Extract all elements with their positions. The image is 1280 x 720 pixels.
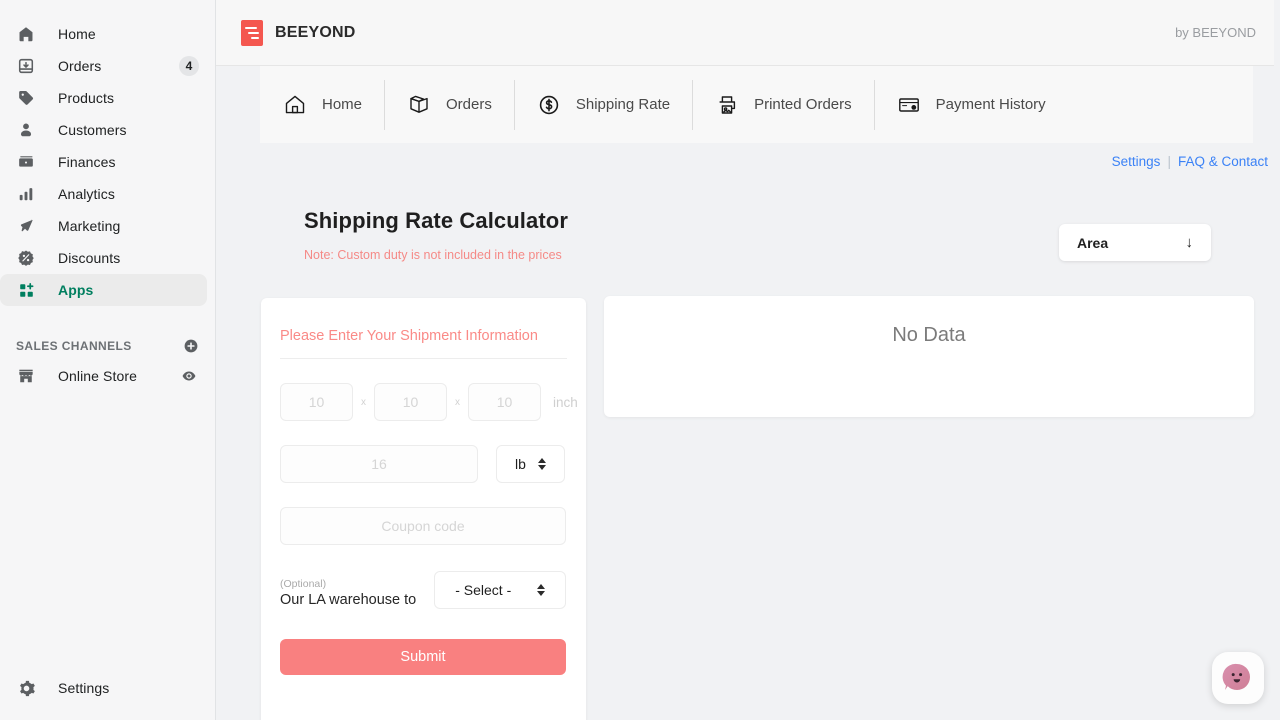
sidebar-item-marketing[interactable]: Marketing [0,210,207,242]
apps-grid-plus-icon [16,280,36,300]
width-input[interactable] [374,383,447,421]
brand-title: BEEYOND [275,23,356,41]
weight-input[interactable] [280,445,478,483]
warehouse-label-group: (Optional) Our LA warehouse to [280,578,416,609]
nav-tab-label: Orders [446,96,492,113]
byline: by BEEYOND [1175,25,1256,40]
coupon-input[interactable] [280,507,566,545]
no-data-message: No Data [892,324,966,346]
sidebar-item-label: Home [58,26,96,42]
sidebar-item-apps[interactable]: Apps [0,274,207,306]
storefront-icon [16,366,36,386]
results-panel: No Data [604,296,1254,417]
warehouse-destination-select[interactable]: - Select - [434,571,567,609]
chat-bubble-face-icon [1222,663,1250,690]
box-open-icon [406,92,432,118]
sidebar-item-label: Analytics [58,186,115,202]
orders-count-badge: 4 [179,56,199,76]
faq-contact-link[interactable]: FAQ & Contact [1178,154,1268,169]
sidebar-item-label: Settings [58,680,110,696]
sidebar-item-label: Marketing [58,218,121,234]
nav-tab-label: Payment History [935,96,1046,113]
sidebar-item-label: Apps [58,282,94,298]
multiply-symbol: x [455,396,460,408]
submit-button[interactable]: Submit [280,639,566,675]
megaphone-icon [16,216,36,236]
credit-card-icon [896,92,922,118]
app-root: Home Orders 4 Products Customers Finance… [0,0,1280,720]
arrow-down-icon: ↓ [1185,234,1194,251]
weight-row: lb [280,445,567,483]
sidebar-item-label: Customers [58,122,127,138]
tag-icon [16,88,36,108]
nav-tab-label: Home [322,96,363,113]
nav-tab-label: Printed Orders [754,96,852,113]
dollar-circle-icon [536,92,562,118]
utility-links: Settings | FAQ & Contact [1112,154,1268,169]
beeyond-logo-icon [241,19,263,46]
sidebar-item-home[interactable]: Home [0,18,207,50]
main-content: BEEYOND by BEEYOND Home Orders Shipping … [216,0,1280,720]
eye-icon[interactable] [181,368,197,384]
sidebar-item-discounts[interactable]: Discounts [0,242,207,274]
sales-channels-section-header: SALES CHANNELS [0,332,215,360]
nav-tab-payment-history[interactable]: Payment History [873,79,1068,130]
warehouse-optional-label: (Optional) [280,578,327,590]
settings-link[interactable]: Settings [1112,154,1161,169]
page-note: Note: Custom duty is not included in the… [304,248,562,262]
plus-circle-icon[interactable] [183,338,199,354]
page-scrollbar[interactable] [1274,0,1280,720]
weight-unit-value: lb [515,456,526,472]
multiply-symbol: x [361,396,366,408]
orders-inbox-icon [16,56,36,76]
dimensions-row: x x inch [280,383,578,421]
chat-widget-button[interactable] [1212,652,1264,704]
sidebar-item-analytics[interactable]: Analytics [0,178,207,210]
printer-icon [714,92,740,118]
sidebar-item-customers[interactable]: Customers [0,114,207,146]
app-topbar: BEEYOND by BEEYOND [216,0,1280,66]
page-title: Shipping Rate Calculator [304,208,568,233]
stepper-arrows-icon [537,458,546,470]
height-input[interactable] [468,383,541,421]
home-icon [16,24,36,44]
sidebar-item-label: Online Store [58,368,138,384]
warehouse-row: (Optional) Our LA warehouse to - Select … [280,571,567,609]
dimension-unit-label: inch [553,394,578,410]
warehouse-label: Our LA warehouse to [280,592,417,608]
bar-chart-icon [16,184,36,204]
area-dropdown-button[interactable]: Area ↓ [1059,224,1211,261]
shipment-form-card: Please Enter Your Shipment Information x… [261,298,586,720]
app-nav: Home Orders Shipping Rate Printed Orders… [260,66,1253,143]
sidebar-item-label: Finances [58,154,116,170]
sidebar-item-orders[interactable]: Orders 4 [0,50,207,82]
nav-tab-label: Shipping Rate [575,96,671,113]
gear-icon [16,678,36,698]
nav-tab-home[interactable]: Home [260,80,384,130]
area-dropdown-label: Area [1077,234,1109,251]
sidebar-item-settings[interactable]: Settings [0,672,207,704]
stepper-arrows-icon [537,584,546,596]
sidebar-item-online-store[interactable]: Online Store [0,360,207,392]
nav-tab-printed-orders[interactable]: Printed Orders [692,79,874,130]
sidebar-item-products[interactable]: Products [0,82,207,114]
weight-unit-select[interactable]: lb [496,445,565,483]
nav-tab-shipping-rate[interactable]: Shipping Rate [513,79,692,130]
form-heading: Please Enter Your Shipment Information [280,316,567,359]
discount-percent-icon [16,248,36,268]
sidebar-item-label: Discounts [58,250,121,266]
person-icon [16,120,36,140]
sidebar-footer: Settings [0,672,215,704]
length-input[interactable] [280,383,353,421]
home-outline-icon [282,92,308,118]
sidebar-item-finances[interactable]: Finances [0,146,207,178]
section-title: SALES CHANNELS [16,339,132,353]
link-separator: | [1167,154,1171,169]
sidebar-item-label: Orders [58,58,102,74]
warehouse-select-value: - Select - [455,582,512,598]
sidebar-item-label: Products [58,90,115,106]
cash-icon [16,152,36,172]
sidebar: Home Orders 4 Products Customers Finance… [0,0,216,720]
nav-tab-orders[interactable]: Orders [384,79,514,130]
